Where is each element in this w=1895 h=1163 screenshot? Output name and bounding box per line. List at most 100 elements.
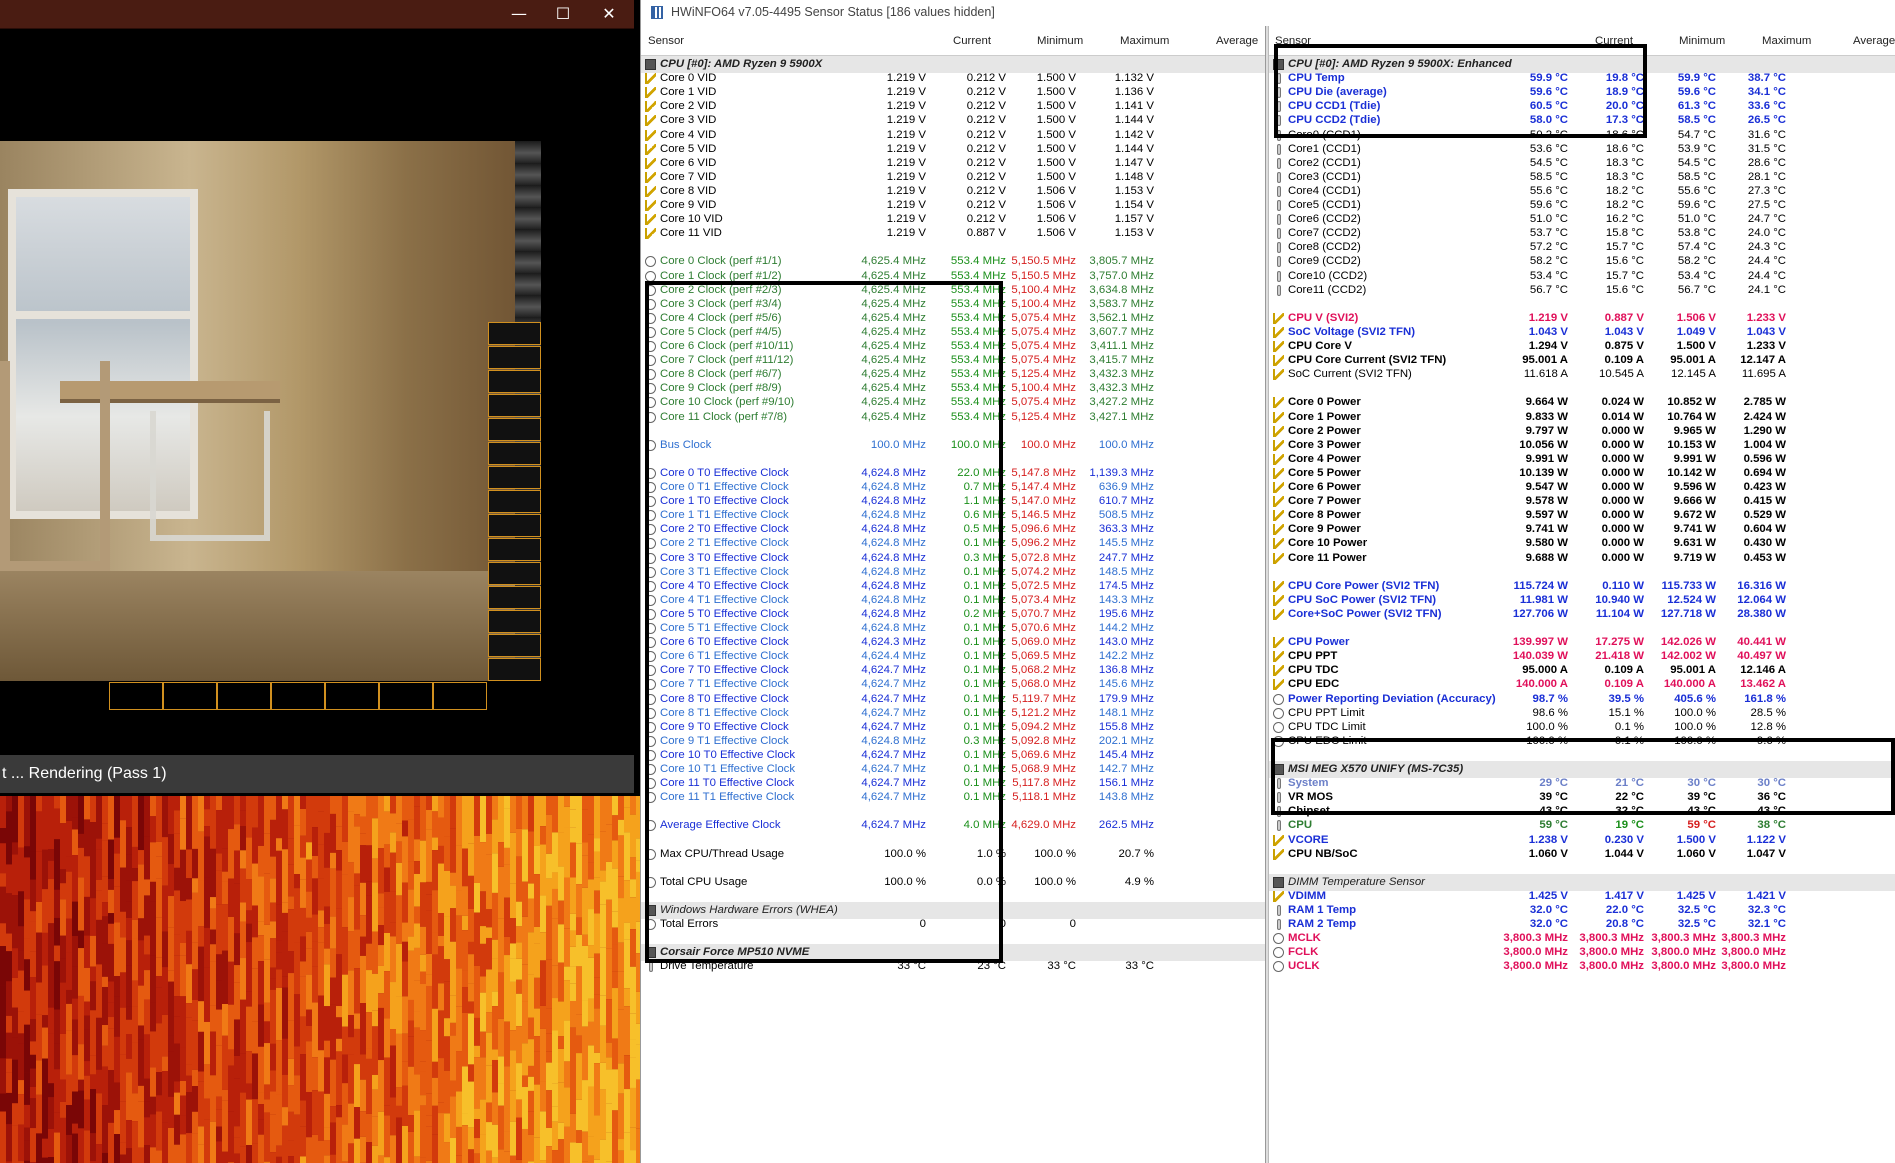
noise-streak xyxy=(60,982,66,1034)
current-value: 59.6 °C xyxy=(1529,86,1568,99)
noise-streak xyxy=(42,849,48,890)
noise-streak xyxy=(630,966,636,1014)
thermometer-icon xyxy=(1277,228,1281,240)
noise-streak xyxy=(258,796,264,846)
noise-streak xyxy=(204,1064,210,1099)
noise-streak xyxy=(78,877,84,931)
noise-streak xyxy=(204,927,210,968)
sensor-row[interactable]: Core 11 Clock (perf #7/8) 4,625.4 MHz 553.… xyxy=(641,409,1265,426)
close-button[interactable]: ✕ xyxy=(586,0,632,29)
sensor-name: Core 0 T0 Effective Clock xyxy=(660,466,789,479)
noise-streak xyxy=(162,796,168,838)
noise-streak xyxy=(342,796,348,842)
sensor-row[interactable]: CPU EDC Limit 100.0 % 0.1 % 100.0 % 9.6 % xyxy=(1269,733,1895,750)
noise-streak xyxy=(294,796,300,826)
noise-streak xyxy=(30,911,36,922)
col-current[interactable]: Current xyxy=(1595,35,1633,47)
col-maximum[interactable]: Maximum xyxy=(1120,35,1169,47)
noise-streak xyxy=(312,1002,318,1058)
sensor-row[interactable]: Core11 (CCD2) 56.7 °C 15.6 °C 56.7 °C 24.1 °… xyxy=(1269,282,1895,299)
noise-streak xyxy=(420,926,426,955)
sensor-row[interactable]: Max CPU/Thread Usage 100.0 % 1.0 % 100.0 % 2… xyxy=(641,846,1265,863)
current-value: 139.997 W xyxy=(1512,636,1568,649)
col-current[interactable]: Current xyxy=(953,35,991,47)
noise-streak xyxy=(156,1150,162,1163)
noise-streak xyxy=(72,998,78,1020)
sensor-name: Core 1 VID xyxy=(660,86,717,99)
sensor-row[interactable]: SoC Current (SVI2 TFN) 11.618 A 10.545 A 12… xyxy=(1269,366,1895,383)
clock-icon xyxy=(645,623,656,634)
noise-streak xyxy=(168,1035,174,1052)
noise-streak xyxy=(300,1016,306,1055)
average-value: 4.9 % xyxy=(1124,875,1154,888)
noise-streak xyxy=(384,891,390,933)
average-value: 3,800.0 MHz xyxy=(1721,960,1786,973)
noise-streak xyxy=(522,881,528,917)
sensor-row[interactable]: Core 11 Power 9.688 W 0.000 W 9.719 W 0.453 … xyxy=(1269,550,1895,567)
sensor-row[interactable]: Bus Clock 100.0 MHz 100.0 MHz 100.0 MHz 100.… xyxy=(641,437,1265,454)
maximize-button[interactable]: ☐ xyxy=(540,0,586,29)
noise-streak xyxy=(198,880,204,927)
noise-streak xyxy=(438,817,444,846)
col-sensor[interactable]: Sensor xyxy=(648,35,684,47)
sensor-row[interactable]: Core 11 T1 Effective Clock 4,624.7 MHz 0.1… xyxy=(641,789,1265,806)
noise-streak xyxy=(516,979,522,994)
sensor-row[interactable]: UCLK 3,800.0 MHz 3,800.0 MHz 3,800.0 MHz 3,8… xyxy=(1269,958,1895,975)
noise-streak xyxy=(282,796,288,810)
sensor-row[interactable]: Core 11 VID 1.219 V 0.887 V 1.506 V 1.153 V xyxy=(641,225,1265,242)
noise-streak xyxy=(408,861,414,890)
noise-streak xyxy=(0,985,6,1019)
col-sensor[interactable]: Sensor xyxy=(1275,35,1311,47)
col-average[interactable]: Average xyxy=(1216,35,1258,47)
noise-streak xyxy=(36,796,42,812)
sensor-row[interactable]: Drive Temperature 33 °C 23 °C 33 °C 33 °C xyxy=(641,958,1265,975)
noise-streak xyxy=(162,1056,168,1072)
lightning-icon xyxy=(645,73,656,85)
noise-streak xyxy=(558,1001,564,1037)
clock-icon xyxy=(645,721,656,733)
col-minimum[interactable]: Minimum xyxy=(1037,35,1083,47)
noise-streak xyxy=(354,1064,360,1108)
col-maximum[interactable]: Maximum xyxy=(1762,35,1811,47)
sensor-pane-right[interactable]: Sensor Current Minimum Maximum Average C… xyxy=(1269,26,1895,1163)
sensor-row[interactable]: Total Errors 0 0 0 xyxy=(641,916,1265,933)
noise-streak xyxy=(90,796,96,823)
noise-streak xyxy=(474,1153,480,1163)
noise-streak xyxy=(420,1061,426,1072)
noise-streak xyxy=(84,796,90,820)
col-average[interactable]: Average xyxy=(1853,35,1895,47)
noise-streak xyxy=(102,823,108,841)
col-minimum[interactable]: Minimum xyxy=(1679,35,1725,47)
clock-icon xyxy=(645,848,656,860)
noise-streak xyxy=(390,1097,396,1136)
noise-streak xyxy=(426,1040,432,1094)
lightning-icon xyxy=(1273,594,1284,606)
noise-streak xyxy=(180,996,186,1048)
average-value: 32.1 °C xyxy=(1747,918,1786,931)
noise-streak xyxy=(120,911,126,938)
average-value: 1.154 V xyxy=(1114,199,1154,211)
noise-streak xyxy=(348,931,354,971)
noise-streak xyxy=(456,968,462,1007)
noise-streak xyxy=(492,1049,498,1060)
sensor-pane-left[interactable]: Sensor Current Minimum Maximum Average C… xyxy=(641,26,1265,1163)
current-value: 4,624.8 MHz xyxy=(861,734,926,747)
average-value: 145.5 MHz xyxy=(1098,537,1154,550)
sensor-row[interactable]: Core+SoC Power (SVI2 TFN) 127.706 W 11.104… xyxy=(1269,606,1895,623)
noise-streak xyxy=(174,996,180,1017)
noise-streak xyxy=(288,864,294,897)
noise-streak xyxy=(114,853,120,887)
sensor-row[interactable]: Total CPU Usage 100.0 % 0.0 % 100.0 % 4.9 % xyxy=(641,874,1265,891)
noise-streak xyxy=(330,1059,336,1107)
average-value: 30 °C xyxy=(1757,777,1786,790)
noise-streak xyxy=(198,1071,204,1082)
average-value: 3,634.8 MHz xyxy=(1089,283,1154,296)
current-value: 4,624.8 MHz xyxy=(861,509,926,522)
sensor-row[interactable]: Average Effective Clock 4,624.7 MHz 4.0 MH… xyxy=(641,817,1265,834)
noise-streak xyxy=(36,1133,42,1163)
sensor-row[interactable]: CPU NB/SoC 1.060 V 1.044 V 1.060 V 1.047 V xyxy=(1269,846,1895,863)
clock-icon xyxy=(645,735,656,747)
noise-streak xyxy=(534,926,540,944)
current-value: 39 °C xyxy=(1539,791,1568,804)
minimize-button[interactable]: — xyxy=(496,0,542,29)
